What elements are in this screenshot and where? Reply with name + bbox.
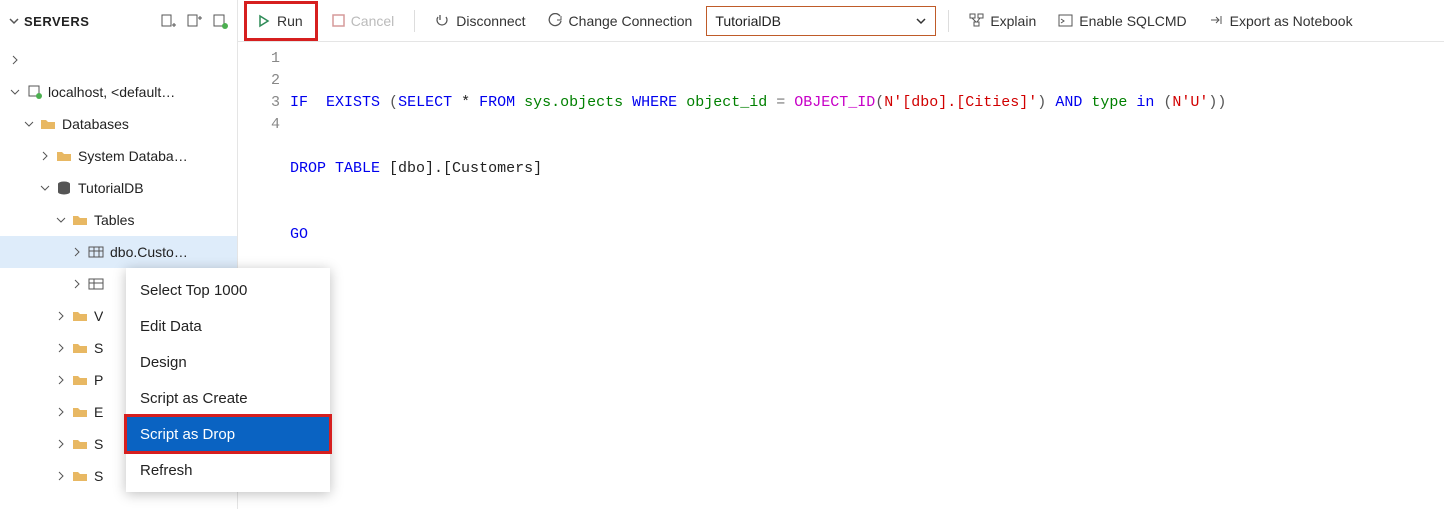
menu-select-top-1000[interactable]: Select Top 1000 [126, 272, 330, 308]
chevron-right-icon [52, 311, 70, 321]
line-number: 1 [238, 48, 280, 70]
chevron-down-icon [915, 15, 927, 27]
new-connection-icon[interactable] [159, 12, 177, 30]
disconnect-button[interactable]: Disconnect [427, 6, 533, 36]
chevron-right-icon [52, 471, 70, 481]
chevron-right-icon [52, 343, 70, 353]
chevron-right-icon [52, 439, 70, 449]
explain-label: Explain [990, 13, 1036, 29]
chevron-right-icon [6, 55, 24, 65]
tree-label: Tables [94, 212, 134, 228]
tree-label: E [94, 404, 103, 420]
chevron-down-icon [20, 119, 38, 129]
chevron-down-icon [52, 215, 70, 225]
tree-server-localhost[interactable]: localhost, <default… [0, 76, 237, 108]
tree-label: localhost, <default… [48, 84, 175, 100]
tree-label: V [94, 308, 103, 324]
folder-icon [70, 340, 90, 356]
chevron-down-icon [36, 183, 54, 193]
tree-label: dbo.Custo… [110, 244, 188, 260]
database-icon [54, 180, 74, 196]
chevron-down-icon[interactable] [8, 15, 24, 27]
tree-system-databases[interactable]: System Databa… [0, 140, 237, 172]
active-connections-icon[interactable] [211, 12, 229, 30]
folder-icon [70, 308, 90, 324]
line-number: 2 [238, 70, 280, 92]
explain-icon [969, 13, 984, 28]
folder-icon [70, 468, 90, 484]
tree-label: S [94, 436, 103, 452]
sql-editor[interactable]: 1 2 3 4 IF EXISTS (SELECT * FROM sys.obj… [238, 42, 1444, 509]
editor-pane: Run Cancel Disconnect Change Connection … [238, 0, 1444, 509]
run-button[interactable]: Run [249, 6, 311, 36]
change-connection-label: Change Connection [569, 13, 693, 29]
context-menu: Select Top 1000 Edit Data Design Script … [126, 268, 330, 492]
toolbar-separator [414, 10, 415, 32]
tree-table-dbo-customers[interactable]: dbo.Custo… [0, 236, 237, 268]
chevron-right-icon [36, 151, 54, 161]
folder-icon [70, 372, 90, 388]
sidebar-title: SERVERS [24, 14, 159, 29]
tree-root-expand[interactable] [0, 44, 237, 76]
sqlcmd-icon [1058, 13, 1073, 28]
enable-sqlcmd-button[interactable]: Enable SQLCMD [1050, 6, 1194, 36]
stop-icon [332, 14, 345, 27]
explain-button[interactable]: Explain [961, 6, 1044, 36]
folder-icon [54, 148, 74, 164]
sidebar-header: SERVERS [0, 0, 237, 42]
tree-label: S [94, 340, 103, 356]
new-group-icon[interactable] [185, 12, 203, 30]
menu-script-as-create[interactable]: Script as Create [126, 380, 330, 416]
play-icon [257, 14, 271, 28]
folder-icon [70, 436, 90, 452]
table-icon [86, 244, 106, 260]
folder-icon [70, 212, 90, 228]
chevron-down-icon [6, 87, 24, 97]
tree-databases[interactable]: Databases [0, 108, 237, 140]
export-notebook-button[interactable]: Export as Notebook [1201, 6, 1361, 36]
tree-label: Databases [62, 116, 129, 132]
disconnect-icon [435, 13, 450, 28]
query-toolbar: Run Cancel Disconnect Change Connection … [238, 0, 1444, 42]
chevron-right-icon [52, 375, 70, 385]
disconnect-label: Disconnect [456, 13, 525, 29]
tree-label: TutorialDB [78, 180, 144, 196]
tree-tables[interactable]: Tables [0, 204, 237, 236]
tree-label: P [94, 372, 103, 388]
line-number: 3 [238, 92, 280, 114]
code-area[interactable]: IF EXISTS (SELECT * FROM sys.objects WHE… [290, 48, 1444, 509]
toolbar-separator [948, 10, 949, 32]
tree-label: S [94, 468, 103, 484]
enable-sqlcmd-label: Enable SQLCMD [1079, 13, 1186, 29]
run-highlight: Run [244, 1, 318, 41]
change-connection-button[interactable]: Change Connection [540, 6, 701, 36]
server-icon [24, 84, 44, 100]
folder-icon [38, 116, 58, 132]
menu-refresh[interactable]: Refresh [126, 452, 330, 488]
cancel-button: Cancel [324, 6, 403, 36]
folder-icon [70, 404, 90, 420]
run-label: Run [277, 13, 303, 29]
export-notebook-label: Export as Notebook [1230, 13, 1353, 29]
line-number: 4 [238, 114, 280, 136]
refresh-icon [548, 13, 563, 28]
database-selected: TutorialDB [715, 13, 781, 29]
table-icon [86, 276, 106, 292]
menu-design[interactable]: Design [126, 344, 330, 380]
cancel-label: Cancel [351, 13, 395, 29]
menu-edit-data[interactable]: Edit Data [126, 308, 330, 344]
database-select[interactable]: TutorialDB [706, 6, 936, 36]
chevron-right-icon [52, 407, 70, 417]
sidebar-actions [159, 12, 229, 30]
menu-script-as-drop[interactable]: Script as Drop [126, 416, 330, 452]
chevron-right-icon [68, 279, 86, 289]
tree-tutorialdb[interactable]: TutorialDB [0, 172, 237, 204]
tree-label: System Databa… [78, 148, 188, 164]
chevron-right-icon [68, 247, 86, 257]
export-icon [1209, 13, 1224, 28]
